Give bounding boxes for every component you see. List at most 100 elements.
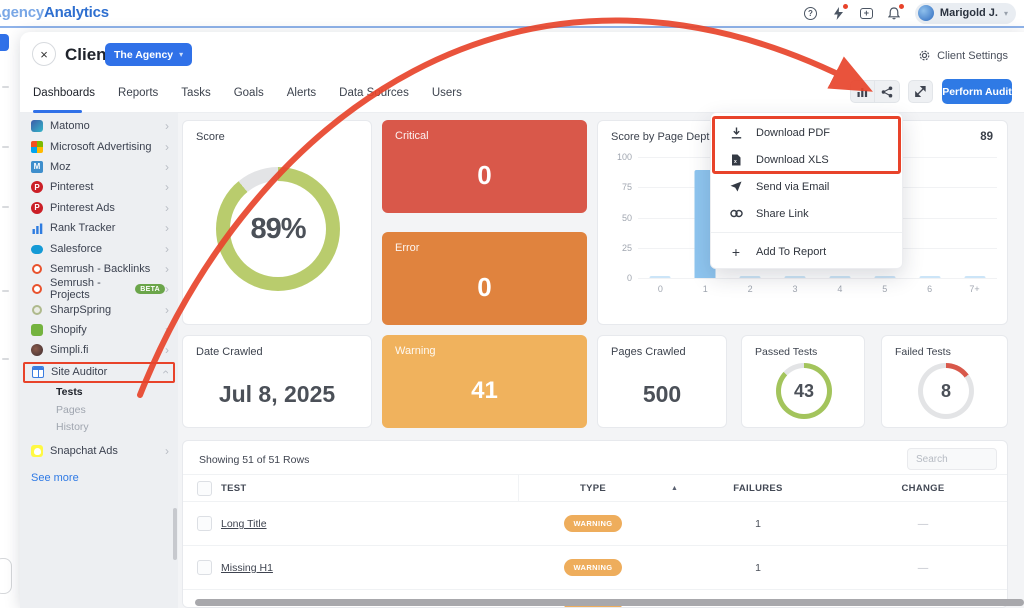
close-icon[interactable]: × xyxy=(32,42,56,66)
sidebar-item-moz[interactable]: MMoz› xyxy=(20,157,178,177)
tab-reports[interactable]: Reports xyxy=(118,87,158,99)
tab-data-sources[interactable]: Data Sources xyxy=(339,87,409,99)
integrations-sidebar: Matomo› Microsoft Advertising› MMoz› PPi… xyxy=(20,113,178,608)
sidebar-subitem-history[interactable]: History xyxy=(20,419,178,437)
sidebar-item-matomo[interactable]: Matomo› xyxy=(20,116,178,136)
date-crawled-value: Jul 8, 2025 xyxy=(183,362,371,427)
client-settings-button[interactable]: Client Settings xyxy=(918,49,1008,62)
help-icon[interactable]: ? xyxy=(803,6,818,21)
export-dropdown-menu: Download PDF x Download XLS Send via Ema… xyxy=(710,112,903,269)
date-crawled-title: Date Crawled xyxy=(196,346,263,358)
sidebar-item-pinterest[interactable]: PPinterest› xyxy=(20,177,178,197)
sidebar-item-simpli-fi[interactable]: Simpli.fi› xyxy=(20,340,178,360)
score-card: Score 89% xyxy=(182,120,372,325)
sidebar-item-sharpspring[interactable]: SharpSpring› xyxy=(20,300,178,320)
score-value: 89% xyxy=(216,167,340,291)
beta-badge: BETA xyxy=(135,284,165,294)
sidebar-item-snapchat-ads[interactable]: Snapchat Ads› xyxy=(20,441,178,461)
sidebar-item-semrush-backlinks[interactable]: Semrush - Backlinks› xyxy=(20,259,178,279)
screen: AgencyAnalytics ? + Marigold J. ▾ xyxy=(0,0,1024,608)
pinterest-icon: P xyxy=(31,181,43,193)
menu-divider xyxy=(711,232,902,233)
critical-value: 0 xyxy=(382,138,587,213)
failed-tests-card: Failed Tests 8 xyxy=(881,335,1008,428)
row-checkbox[interactable] xyxy=(197,516,212,531)
sidebar-item-shopify[interactable]: Shopify› xyxy=(20,320,178,340)
column-header-change[interactable]: CHANGE xyxy=(883,483,963,494)
perform-audit-button[interactable]: Perform Audit xyxy=(942,79,1012,104)
expand-icon xyxy=(915,86,926,97)
background-widget-fragment xyxy=(0,558,12,594)
tab-alerts[interactable]: Alerts xyxy=(287,87,316,99)
test-link[interactable]: Missing H1 xyxy=(221,562,273,574)
menu-item-download-pdf[interactable]: Download PDF xyxy=(711,119,902,146)
tab-dashboards[interactable]: Dashboards xyxy=(33,87,95,99)
depth-chart-y-axis: 1007550250 xyxy=(606,157,632,278)
sidebar-subitem-tests[interactable]: Tests xyxy=(20,384,178,402)
test-link[interactable]: Long Title xyxy=(221,518,267,530)
sidebar-item-salesforce[interactable]: Salesforce› xyxy=(20,238,178,258)
row-checkbox[interactable] xyxy=(197,560,212,575)
expand-button[interactable] xyxy=(908,80,933,103)
sidebar-item-semrush-projects[interactable]: Semrush - ProjectsBETA› xyxy=(20,279,178,299)
change-cell: — xyxy=(883,518,963,530)
client-modal: × Client The Agency ▾ Client Settings Da… xyxy=(20,32,1024,608)
rank-tracker-icon xyxy=(31,222,43,234)
sidebar-item-pinterest-ads[interactable]: PPinterest Ads› xyxy=(20,198,178,218)
table-row: Missing H1 WARNING 1 — xyxy=(183,546,1007,590)
sidebar-scrollbar[interactable] xyxy=(173,508,177,560)
pages-crawled-value: 500 xyxy=(598,362,726,427)
chevron-right-icon: › xyxy=(165,181,169,193)
menu-item-send-via-email[interactable]: Send via Email xyxy=(711,173,902,200)
select-all-checkbox[interactable] xyxy=(197,481,212,496)
column-header-failures[interactable]: FAILURES xyxy=(718,483,798,494)
failures-cell: 1 xyxy=(718,518,798,530)
menu-item-download-xls[interactable]: x Download XLS xyxy=(711,146,902,173)
tab-goals[interactable]: Goals xyxy=(234,87,264,99)
warning-badge: WARNING xyxy=(564,559,622,576)
background-button-fragment xyxy=(0,34,9,51)
depth-chart-title: Score by Page Depth xyxy=(611,131,716,143)
chevron-down-icon: ▾ xyxy=(1004,9,1008,18)
menu-item-add-to-report[interactable]: + Add To Report xyxy=(711,238,902,265)
horizontal-scrollbar[interactable] xyxy=(195,599,1024,606)
matomo-icon xyxy=(31,120,43,132)
chart-columns-icon xyxy=(857,87,868,97)
see-more-link[interactable]: See more xyxy=(20,462,178,484)
client-selector-button[interactable]: The Agency ▾ xyxy=(105,43,192,66)
sidebar-item-microsoft-advertising[interactable]: Microsoft Advertising› xyxy=(20,136,178,156)
passed-tests-card: Passed Tests 43 xyxy=(741,335,865,428)
sidebar-subitem-pages[interactable]: Pages xyxy=(20,401,178,419)
table-header-row: TEST TYPE ▲ FAILURES CHANGE xyxy=(183,474,1007,502)
background-page-strip xyxy=(0,28,20,608)
tab-users[interactable]: Users xyxy=(432,87,462,99)
whats-new-icon[interactable] xyxy=(831,6,846,21)
chevron-right-icon: › xyxy=(165,263,169,275)
tab-tasks[interactable]: Tasks xyxy=(181,87,210,99)
sort-asc-icon[interactable]: ▲ xyxy=(671,485,678,492)
link-icon xyxy=(729,209,743,218)
depth-chart-x-axis: 01234567+ xyxy=(638,284,997,298)
notifications-bell-icon[interactable] xyxy=(887,6,902,21)
passed-tests-title: Passed Tests xyxy=(755,346,817,358)
sidebar-item-site-auditor[interactable]: Site Auditor› xyxy=(23,362,175,383)
table-row-count: Showing 51 of 51 Rows xyxy=(199,454,309,466)
add-window-icon[interactable]: + xyxy=(859,6,874,21)
chart-columns-button[interactable] xyxy=(850,80,875,103)
moz-icon: M xyxy=(31,161,43,173)
app-logo[interactable]: AgencyAnalytics xyxy=(0,4,109,21)
user-menu[interactable]: Marigold J. ▾ xyxy=(915,3,1016,24)
chevron-right-icon: › xyxy=(165,222,169,234)
failed-tests-title: Failed Tests xyxy=(895,346,951,358)
pages-crawled-card: Pages Crawled 500 xyxy=(597,335,727,428)
sharpspring-icon xyxy=(32,305,42,315)
table-search-input[interactable] xyxy=(907,448,997,470)
chevron-right-icon: › xyxy=(165,202,169,214)
column-header-type[interactable]: TYPE xyxy=(553,483,633,494)
share-button[interactable] xyxy=(875,80,900,103)
menu-item-share-link[interactable]: Share Link xyxy=(711,200,902,227)
column-header-test[interactable]: TEST xyxy=(221,483,246,494)
warning-badge: WARNING xyxy=(564,515,622,532)
passed-tests-value: 43 xyxy=(776,363,832,419)
sidebar-item-rank-tracker[interactable]: Rank Tracker› xyxy=(20,218,178,238)
